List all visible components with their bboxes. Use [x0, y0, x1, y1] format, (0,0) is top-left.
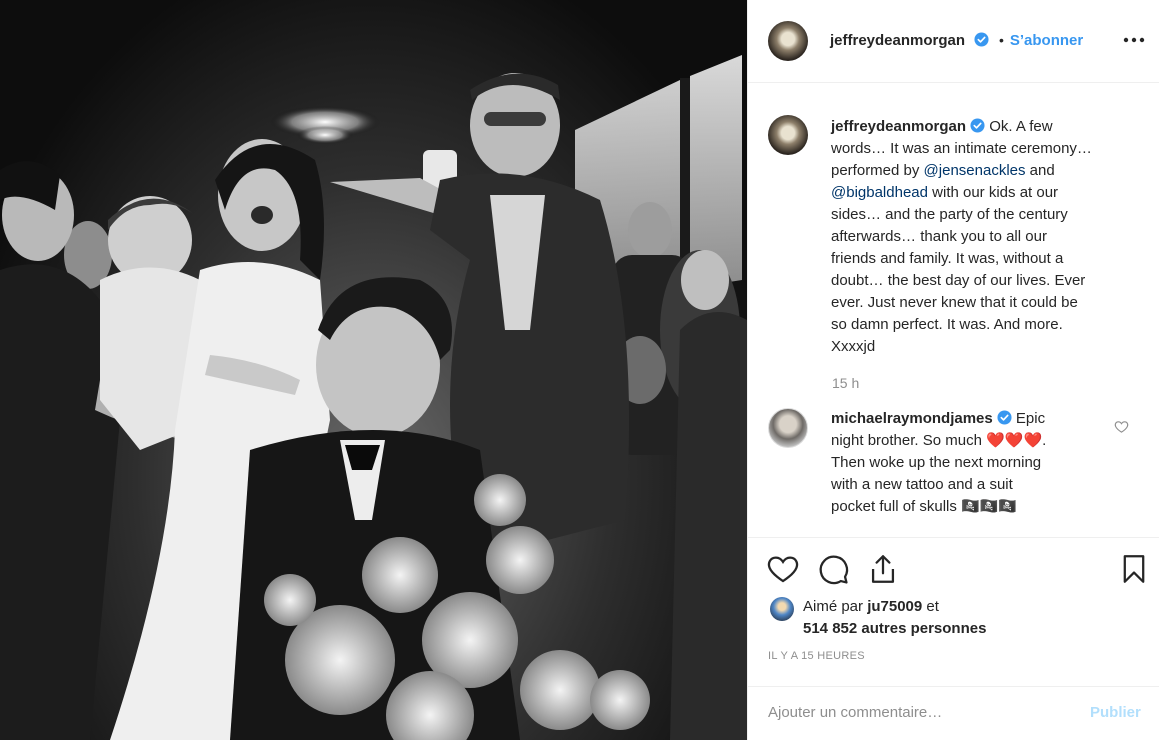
caption-line: so damn perfect. It was. And more. [831, 316, 1063, 333]
comment-text-segment: . [1042, 432, 1047, 449]
comment-text-segment: night brother. So much [831, 432, 982, 449]
mention-link[interactable]: @bigbaldhead [831, 184, 928, 201]
follow-button[interactable]: S’abonner [1010, 32, 1083, 49]
comment-line: Then woke up the next morning [831, 454, 1042, 471]
mention-link[interactable]: @jensenackles [924, 162, 1026, 179]
caption-text-segment: Ok. A few [989, 118, 1053, 135]
verified-badge-icon [973, 32, 989, 47]
verified-badge-icon [997, 410, 1012, 425]
more-options-icon[interactable] [1121, 30, 1147, 50]
post-photo[interactable] [0, 0, 747, 740]
comment-text-segment: pocket full of skulls [831, 498, 957, 515]
caption-text-segment: with our kids at our [932, 184, 1059, 201]
caption-line: sides… and the party of the century [831, 206, 1068, 223]
save-bookmark-icon[interactable] [1117, 552, 1151, 586]
author-row: jeffreydeanmorgan • S’abonner [830, 32, 1083, 50]
other-likes-count[interactable]: 514 852 autres personnes [803, 620, 986, 637]
post-age[interactable]: IL Y A 15 HEURES [768, 650, 865, 662]
commenter-avatar[interactable] [768, 408, 808, 448]
caption-line: @bigbaldhead with our kids at our [831, 182, 1131, 204]
liked-by-text: Aimé par ju75009 et [803, 598, 939, 615]
comment-text-segment: Epic [1015, 410, 1046, 427]
comment-line: with a new tattoo and a suit [831, 476, 1013, 493]
caption-text-segment: and [1029, 162, 1055, 179]
like-heart-icon[interactable] [766, 552, 800, 586]
verified-badge-icon [970, 118, 985, 133]
caption-timestamp[interactable]: 15 h [832, 375, 859, 391]
caption-author[interactable]: jeffreydeanmorgan [831, 118, 966, 135]
hearts-emoji: ❤️❤️❤️ [986, 432, 1043, 449]
caption-text: jeffreydeanmorgan Ok. A few words… It wa… [831, 116, 1131, 358]
publish-button[interactable]: Publier [1090, 704, 1141, 721]
commenter-username[interactable]: michaelraymondjames [831, 410, 993, 427]
wedding-photo-illustration [0, 55, 747, 740]
caption-line: afterwards… thank you to all our [831, 228, 1047, 245]
share-icon[interactable] [866, 552, 900, 586]
caption-line: performed by @jensenackles and [831, 160, 1131, 182]
caption-line: ever. Just never knew that it could be [831, 294, 1078, 311]
comment-line: michaelraymondjames Epic [831, 408, 1111, 430]
liker-avatar[interactable] [770, 597, 794, 621]
caption-text-segment: performed by [831, 162, 920, 179]
liked-by-prefix: Aimé par [803, 598, 864, 615]
caption-author-avatar[interactable] [768, 115, 808, 155]
add-comment-input[interactable]: Ajouter un commentaire… [768, 704, 942, 721]
caption-line: words… It was an intimate ceremony… [831, 140, 1092, 157]
comment-line: pocket full of skulls 🏴‍☠️🏴‍☠️🏴‍☠️ [831, 496, 1111, 518]
separator-dot: • [998, 32, 1004, 48]
pirate-flag-emoji: 🏴‍☠️🏴‍☠️🏴‍☠️ [961, 498, 1018, 515]
comment-text: michaelraymondjames Epic night brother. … [831, 408, 1111, 518]
caption-line: Xxxxjd [831, 338, 876, 355]
caption-line: doubt… the best day of our lives. Ever [831, 272, 1086, 289]
liker-username[interactable]: ju75009 [867, 598, 922, 615]
caption-line-1: jeffreydeanmorgan Ok. A few [831, 116, 1131, 138]
comment-like-heart-icon[interactable] [1114, 419, 1129, 434]
post-modal: jeffreydeanmorgan • S’abonner jeffreydean… [0, 0, 1159, 740]
comment-line: night brother. So much ❤️❤️❤️. [831, 430, 1111, 452]
liked-by-suffix: et [926, 598, 939, 615]
author-avatar[interactable] [768, 21, 808, 61]
caption-line: friends and family. It was, without a [831, 250, 1064, 267]
comment-bubble-icon[interactable] [816, 552, 850, 586]
author-username[interactable]: jeffreydeanmorgan [830, 32, 965, 49]
